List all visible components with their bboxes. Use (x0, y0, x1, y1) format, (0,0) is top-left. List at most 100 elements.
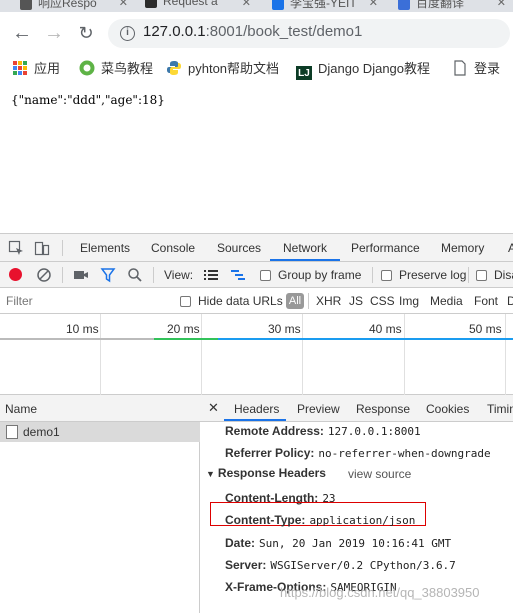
bookmark-login[interactable]: 登录 (452, 58, 500, 76)
reload-icon[interactable]: ↻ (75, 22, 97, 44)
tab-label: 响应Respo (38, 0, 97, 10)
bookmark-django[interactable]: LJ Django Django教程 (296, 58, 430, 82)
request-row[interactable]: demo1 (0, 422, 200, 442)
filter-css[interactable]: CSS (370, 294, 395, 308)
header-value: Sun, 20 Jan 2019 10:16:41 GMT (259, 537, 452, 550)
bookmark-label: 登录 (474, 61, 501, 76)
inspect-element-icon[interactable] (8, 240, 24, 256)
header-key: Date: (225, 536, 256, 550)
filter-xhr[interactable]: XHR (316, 294, 341, 308)
active-tab-indicator (270, 259, 340, 261)
header-row-referrer-policy: Referrer Policy: no-referrer-when-downgra… (225, 446, 491, 460)
close-icon[interactable]: ✕ (369, 0, 378, 9)
devtools-tab-bar: Elements Console Sources Network Perform… (0, 234, 513, 262)
group-by-frame-checkbox[interactable] (260, 270, 271, 281)
disable-cache-checkbox[interactable] (476, 270, 487, 281)
group-by-frame-label: Group by frame (278, 268, 362, 282)
filter-img[interactable]: Img (399, 294, 419, 308)
filter-font[interactable]: Font (474, 294, 498, 308)
tab-memory[interactable]: Memory (441, 241, 484, 255)
request-details: ✕ Headers Preview Response Cookies Timin… (200, 395, 513, 613)
translate-icon (398, 0, 410, 10)
tab-application[interactable]: A (508, 241, 513, 255)
header-key: Server: (225, 558, 267, 572)
bookmark-label: 菜鸟教程 (101, 61, 154, 76)
tab-performance[interactable]: Performance (351, 241, 420, 255)
timeline-tick-label: 40 ms (369, 322, 402, 336)
browser-toolbar: ← → ↻ i 127.0.0.1:8001/book_test/demo1 (0, 12, 513, 54)
header-row-remote-address: Remote Address: 127.0.0.1:8001 (225, 424, 421, 438)
filter-icon[interactable] (100, 267, 116, 283)
bookmark-apps[interactable]: 应用 (12, 58, 60, 76)
divider (153, 267, 154, 283)
tab-preview[interactable]: Preview (297, 402, 340, 416)
timeline-gridline (404, 314, 405, 395)
tab-timing[interactable]: Timin (487, 402, 513, 416)
disable-cache-label: Disa (494, 268, 513, 282)
devtools-panel: Elements Console Sources Network Perform… (0, 233, 513, 613)
preserve-log-checkbox[interactable] (381, 270, 392, 281)
view-source-link[interactable]: view source (348, 467, 411, 481)
runoob-icon (79, 60, 95, 76)
timeline-waiting-bar (0, 338, 154, 340)
waterfall-view-icon[interactable] (230, 267, 246, 283)
tab-label: 百度翻译 (416, 0, 465, 10)
header-value: no-referrer-when-downgrade (318, 447, 491, 460)
browser-tab[interactable]: 响应Respo ✕ (20, 0, 132, 12)
tab-response[interactable]: Response (356, 402, 410, 416)
info-icon[interactable]: i (120, 26, 135, 41)
header-key: Referrer Policy: (225, 446, 315, 460)
page-icon (452, 60, 468, 76)
column-header-label: Name (5, 402, 38, 416)
tab-sources[interactable]: Sources (217, 241, 261, 255)
page-icon (145, 0, 157, 8)
close-icon[interactable]: ✕ (242, 0, 251, 9)
address-bar[interactable]: i 127.0.0.1:8001/book_test/demo1 (108, 19, 510, 48)
document-icon (6, 425, 18, 439)
hide-data-urls-checkbox[interactable] (180, 296, 191, 307)
list-view-icon[interactable] (203, 267, 219, 283)
header-row-content-type: Content-Type: application/json (225, 513, 415, 527)
network-timeline[interactable]: 10 ms 20 ms 30 ms 40 ms 50 ms (0, 314, 513, 395)
back-arrow-icon[interactable]: ← (11, 22, 33, 44)
bookmark-label: pyhton帮助文档 (188, 61, 280, 76)
camera-icon[interactable] (73, 267, 89, 283)
header-key: Content-Type: (225, 513, 306, 527)
filter-doc[interactable]: D (507, 294, 513, 308)
filter-media[interactable]: Media (430, 294, 463, 308)
header-value: application/json (309, 514, 416, 527)
browser-tab[interactable]: 百度翻译 ✕ (398, 0, 510, 12)
tab-cookies[interactable]: Cookies (426, 402, 469, 416)
search-icon[interactable] (127, 267, 143, 283)
device-toggle-icon[interactable] (34, 240, 50, 256)
browser-tab[interactable]: Request a ✕ (145, 0, 255, 12)
timeline-tick-label: 10 ms (66, 322, 99, 336)
bookmark-runoob[interactable]: 菜鸟教程 (79, 58, 153, 76)
record-icon[interactable] (9, 268, 22, 281)
timeline-gridline (201, 314, 202, 395)
bookmark-python[interactable]: pyhton帮助文档 (166, 58, 279, 76)
tab-headers[interactable]: Headers (234, 402, 279, 416)
tab-elements[interactable]: Elements (80, 241, 130, 255)
close-icon[interactable]: ✕ (119, 0, 128, 9)
browser-tab[interactable]: 李宝强-YEIT ✕ (272, 0, 382, 12)
response-headers-section[interactable]: ▼ Response Headers (206, 466, 326, 480)
filter-js[interactable]: JS (349, 294, 363, 308)
close-icon[interactable]: ✕ (497, 0, 506, 9)
json-response-text: {"name":"ddd","age":18} (11, 93, 165, 107)
section-title: Response Headers (217, 466, 326, 480)
close-icon[interactable]: ✕ (208, 400, 219, 416)
url-text[interactable]: 127.0.0.1:8001/book_test/demo1 (143, 23, 362, 40)
tab-console[interactable]: Console (151, 241, 195, 255)
view-label: View: (164, 268, 194, 282)
triangle-down-icon: ▼ (206, 469, 215, 479)
forward-arrow-icon[interactable]: → (43, 22, 65, 44)
preserve-log-label: Preserve log (399, 268, 467, 282)
filter-input[interactable] (0, 291, 168, 311)
clear-icon[interactable] (36, 267, 52, 283)
name-column-header[interactable]: Name (0, 395, 200, 422)
tab-network[interactable]: Network (283, 241, 327, 255)
hide-data-urls-label: Hide data URLs (198, 294, 283, 308)
browser-tab-strip: 响应Respo ✕ Request a ✕ 李宝强-YEIT ✕ 百度翻译 ✕ (0, 0, 513, 12)
filter-all-button[interactable]: All (286, 293, 304, 309)
